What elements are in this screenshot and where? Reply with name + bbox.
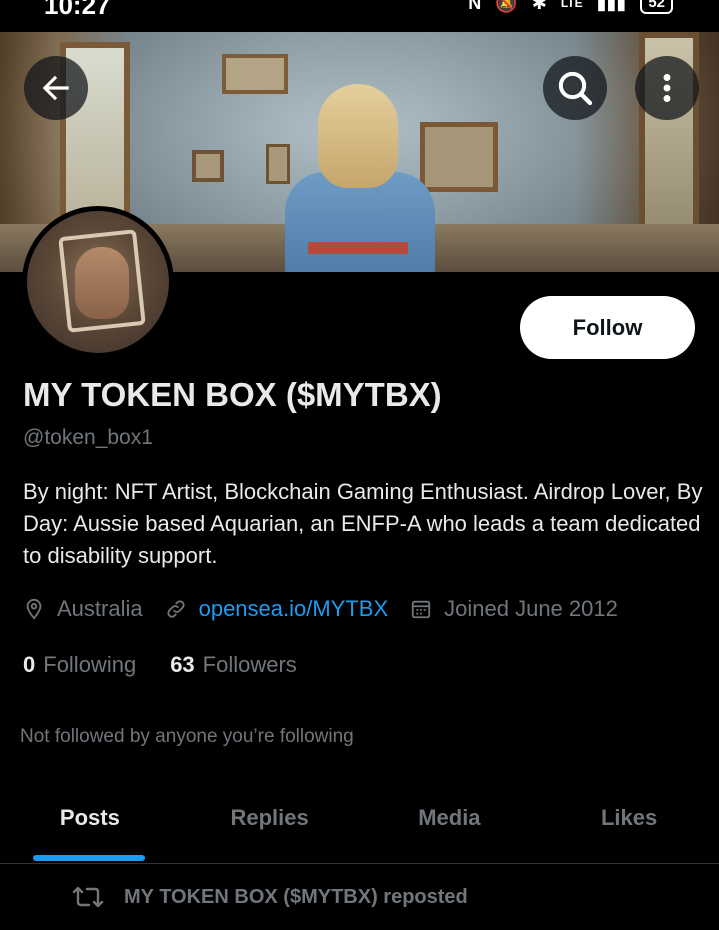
repost-header[interactable]: MY TOKEN BOX ($MYTBX) reposted — [72, 884, 468, 910]
display-name: MY TOKEN BOX ($MYTBX) — [23, 376, 442, 413]
tab-posts[interactable]: Posts — [0, 790, 180, 863]
profile-bio: By night: NFT Artist, Blockchain Gaming … — [23, 479, 703, 568]
join-date-text: Joined June 2012 — [444, 596, 618, 621]
following-count[interactable]: 0 Following — [23, 652, 136, 678]
banner-girl-head — [318, 84, 398, 188]
tab-media[interactable]: Media — [360, 790, 540, 863]
following-number: 0 — [23, 652, 36, 677]
repost-icon — [72, 886, 104, 908]
following-label: Following — [43, 652, 137, 677]
more-options-button[interactable] — [635, 56, 699, 120]
followers-count[interactable]: 63 Followers — [170, 652, 297, 678]
network-label: LTE — [560, 0, 583, 10]
banner-frame — [192, 150, 224, 182]
status-icons: N 🔕 ✱ LTE ▮▮▮ 52 — [468, 0, 673, 14]
profile-meta: Australia opensea.io/MYTBX Joined June 2… — [23, 596, 640, 622]
not-followed-note: Not followed by anyone you’re following — [20, 726, 354, 747]
location: Australia — [23, 596, 143, 622]
back-button[interactable] — [24, 56, 88, 120]
banner-girl-belt — [308, 242, 408, 254]
website[interactable]: opensea.io/MYTBX — [165, 596, 389, 622]
battery-icon: 52 — [640, 0, 673, 14]
status-time: 10:27 — [44, 0, 111, 20]
banner-frame — [266, 144, 290, 184]
location-pin-icon — [26, 598, 42, 620]
status-bar: 10:27 N 🔕 ✱ LTE ▮▮▮ 52 — [0, 0, 719, 32]
avatar-face — [75, 247, 129, 319]
calendar-icon — [411, 600, 431, 619]
tab-replies[interactable]: Replies — [180, 790, 360, 863]
website-link[interactable]: opensea.io/MYTBX — [199, 596, 389, 622]
more-vertical-icon — [663, 74, 671, 102]
banner-frame — [420, 122, 498, 192]
bluetooth-icon: ✱ — [531, 0, 547, 13]
mute-icon: 🔕 — [495, 0, 518, 13]
banner-frame — [222, 54, 288, 94]
location-text: Australia — [57, 596, 143, 621]
active-tab-indicator — [33, 855, 145, 861]
follow-counts: 0 Following 63 Followers — [23, 652, 331, 678]
follow-button[interactable]: Follow — [520, 296, 695, 359]
avatar[interactable] — [22, 206, 174, 358]
profile-tabs: Posts Replies Media Likes — [0, 790, 719, 864]
user-handle: @token_box1 — [23, 426, 153, 449]
search-icon — [558, 71, 593, 106]
search-button[interactable] — [543, 56, 607, 120]
repost-text: MY TOKEN BOX ($MYTBX) reposted — [124, 885, 468, 908]
nfc-icon: N — [468, 0, 482, 13]
tab-likes[interactable]: Likes — [539, 790, 719, 863]
followers-label: Followers — [202, 652, 297, 677]
link-icon — [167, 600, 185, 618]
signal-icon: ▮▮▮ — [596, 0, 627, 13]
back-arrow-icon — [42, 75, 69, 101]
followers-number: 63 — [170, 652, 195, 677]
join-date: Joined June 2012 — [410, 596, 618, 622]
